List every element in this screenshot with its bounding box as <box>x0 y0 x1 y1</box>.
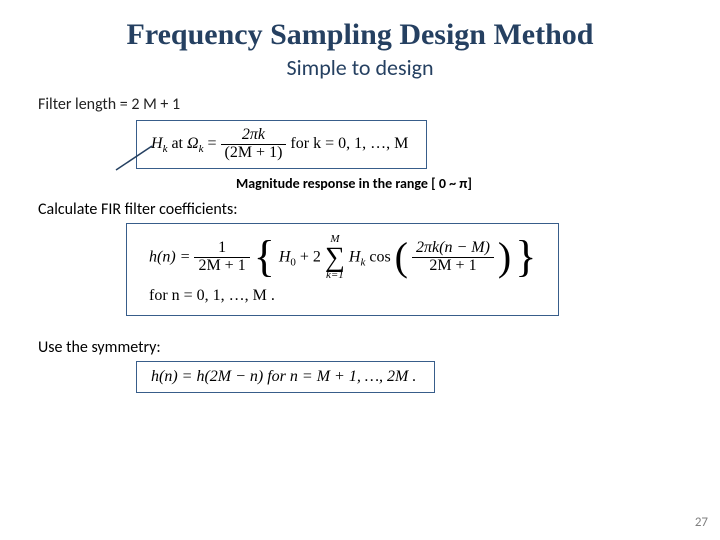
summation-icon: M ∑ k=1 <box>325 234 345 281</box>
calc-coeff-label: Calculate FIR filter coefficients: <box>38 200 682 219</box>
equation-3-wrap: h(n) = h(2M − n) for n = M + 1, …, 2M . <box>136 361 682 393</box>
filter-length-text: Filter length = 2 M + 1 <box>38 95 682 114</box>
right-paren-icon: ) <box>498 237 511 277</box>
magnitude-note: Magnitude response in the range [ 0 ~ π] <box>236 175 682 192</box>
pointer-line-icon <box>114 144 154 172</box>
slide-title: Frequency Sampling Design Method <box>38 18 682 52</box>
left-brace-icon: { <box>254 235 275 279</box>
eq3-text: h(n) = h(2M − n) for n = M + 1, …, 2M . <box>151 368 416 385</box>
symmetry-label: Use the symmetry: <box>38 338 682 357</box>
equation-1-wrap: Hk at Ωk = 2πk(2M + 1) for k = 0, 1, …, … <box>136 120 682 169</box>
equation-3-box: h(n) = h(2M − n) for n = M + 1, …, 2M . <box>136 361 435 393</box>
left-paren-icon: ( <box>395 237 408 277</box>
equation-2-box: h(n) = 12M + 1 { H0 + 2 M ∑ k=1 Hk cos (… <box>126 223 559 316</box>
equation-2-wrap: h(n) = 12M + 1 { H0 + 2 M ∑ k=1 Hk cos (… <box>126 223 682 316</box>
equation-1-box: Hk at Ωk = 2πk(2M + 1) for k = 0, 1, …, … <box>136 120 427 169</box>
right-brace-icon: } <box>515 235 536 279</box>
eq2-for-line: for n = 0, 1, …, M . <box>149 287 536 305</box>
slide-subtitle: Simple to design <box>38 54 682 81</box>
page-number: 27 <box>695 515 708 530</box>
